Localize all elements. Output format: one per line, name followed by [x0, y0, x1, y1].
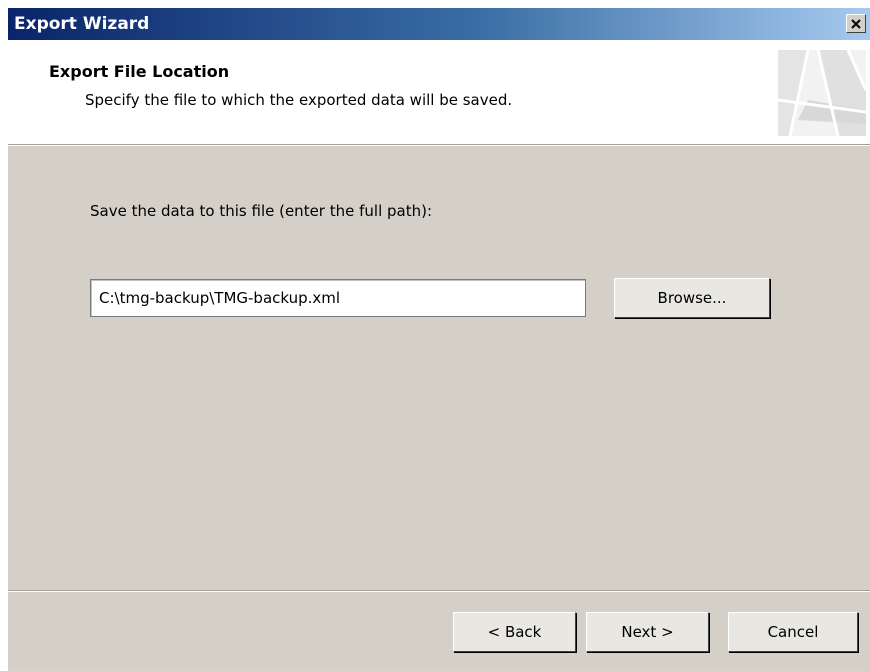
back-button[interactable]: < Back [453, 612, 576, 652]
close-icon [851, 18, 861, 29]
browse-button[interactable]: Browse... [614, 278, 770, 318]
file-path-input[interactable] [90, 279, 586, 317]
export-wizard-window: Export Wizard Export File Location Speci… [8, 8, 870, 671]
next-button[interactable]: Next > [586, 612, 709, 652]
path-prompt-label: Save the data to this file (enter the fu… [90, 202, 433, 220]
close-button[interactable] [846, 14, 866, 33]
wizard-header: Export File Location Specify the file to… [8, 40, 870, 144]
page-title: Export File Location [49, 62, 230, 81]
window-title: Export Wizard [14, 14, 150, 34]
wizard-banner-graphic-icon [778, 50, 866, 136]
title-bar[interactable]: Export Wizard [8, 8, 870, 40]
header-separator-highlight [8, 145, 870, 146]
cancel-button[interactable]: Cancel [728, 612, 858, 652]
page-subtitle: Specify the file to which the exported d… [85, 91, 513, 109]
footer-separator-highlight [8, 591, 870, 592]
